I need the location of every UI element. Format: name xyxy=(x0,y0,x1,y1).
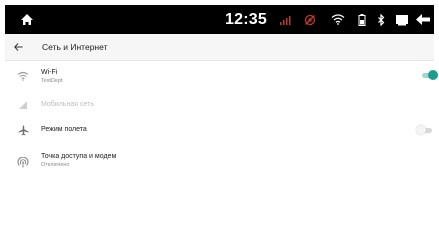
list-item-mobile-network[interactable]: Мобильная сеть xyxy=(5,94,434,114)
mobile-network-label: Мобильная сеть xyxy=(41,101,94,108)
app-header: Сеть и Интернет xyxy=(5,34,434,61)
airplane-mode-toggle[interactable] xyxy=(416,125,434,135)
list-item-wifi[interactable]: Wi-Fi TestDept xyxy=(5,61,438,90)
camera-off-icon xyxy=(299,5,321,34)
battery-icon xyxy=(353,5,371,34)
settings-list: Wi-Fi TestDept Мобильная сеть Режим поле… xyxy=(5,61,438,247)
toggle-thumb xyxy=(416,125,426,135)
wifi-label: Wi-Fi xyxy=(41,69,58,76)
wifi-icon xyxy=(327,5,349,34)
signal-icon xyxy=(275,5,295,34)
home-icon[interactable] xyxy=(5,5,49,34)
list-item-hotspot[interactable]: Точка доступа и модем Отключено xyxy=(5,148,434,176)
wifi-toggle[interactable] xyxy=(420,70,438,80)
window-icon[interactable] xyxy=(393,5,411,34)
status-bar: 12:35 xyxy=(5,5,434,34)
wifi-network-name: TestDept xyxy=(41,78,63,84)
device-frame: 12:35 Сеть и Интернет Wi-Fi TestDept Моб… xyxy=(0,0,439,247)
wifi-icon xyxy=(16,69,30,83)
airplane-mode-label: Режим полета xyxy=(41,126,87,133)
page-title: Сеть и Интернет xyxy=(42,42,108,52)
mobile-signal-icon xyxy=(16,98,30,112)
hotspot-status: Отключено xyxy=(41,162,70,168)
back-icon[interactable] xyxy=(412,5,434,34)
clock: 12:35 xyxy=(225,10,267,28)
toggle-thumb xyxy=(428,70,438,80)
back-arrow-icon[interactable] xyxy=(14,34,23,60)
bluetooth-icon xyxy=(373,5,389,34)
airplane-icon xyxy=(16,123,30,137)
hotspot-label: Точка доступа и модем xyxy=(41,153,117,160)
hotspot-icon xyxy=(16,155,30,169)
list-item-airplane-mode[interactable]: Режим полета xyxy=(5,119,434,141)
